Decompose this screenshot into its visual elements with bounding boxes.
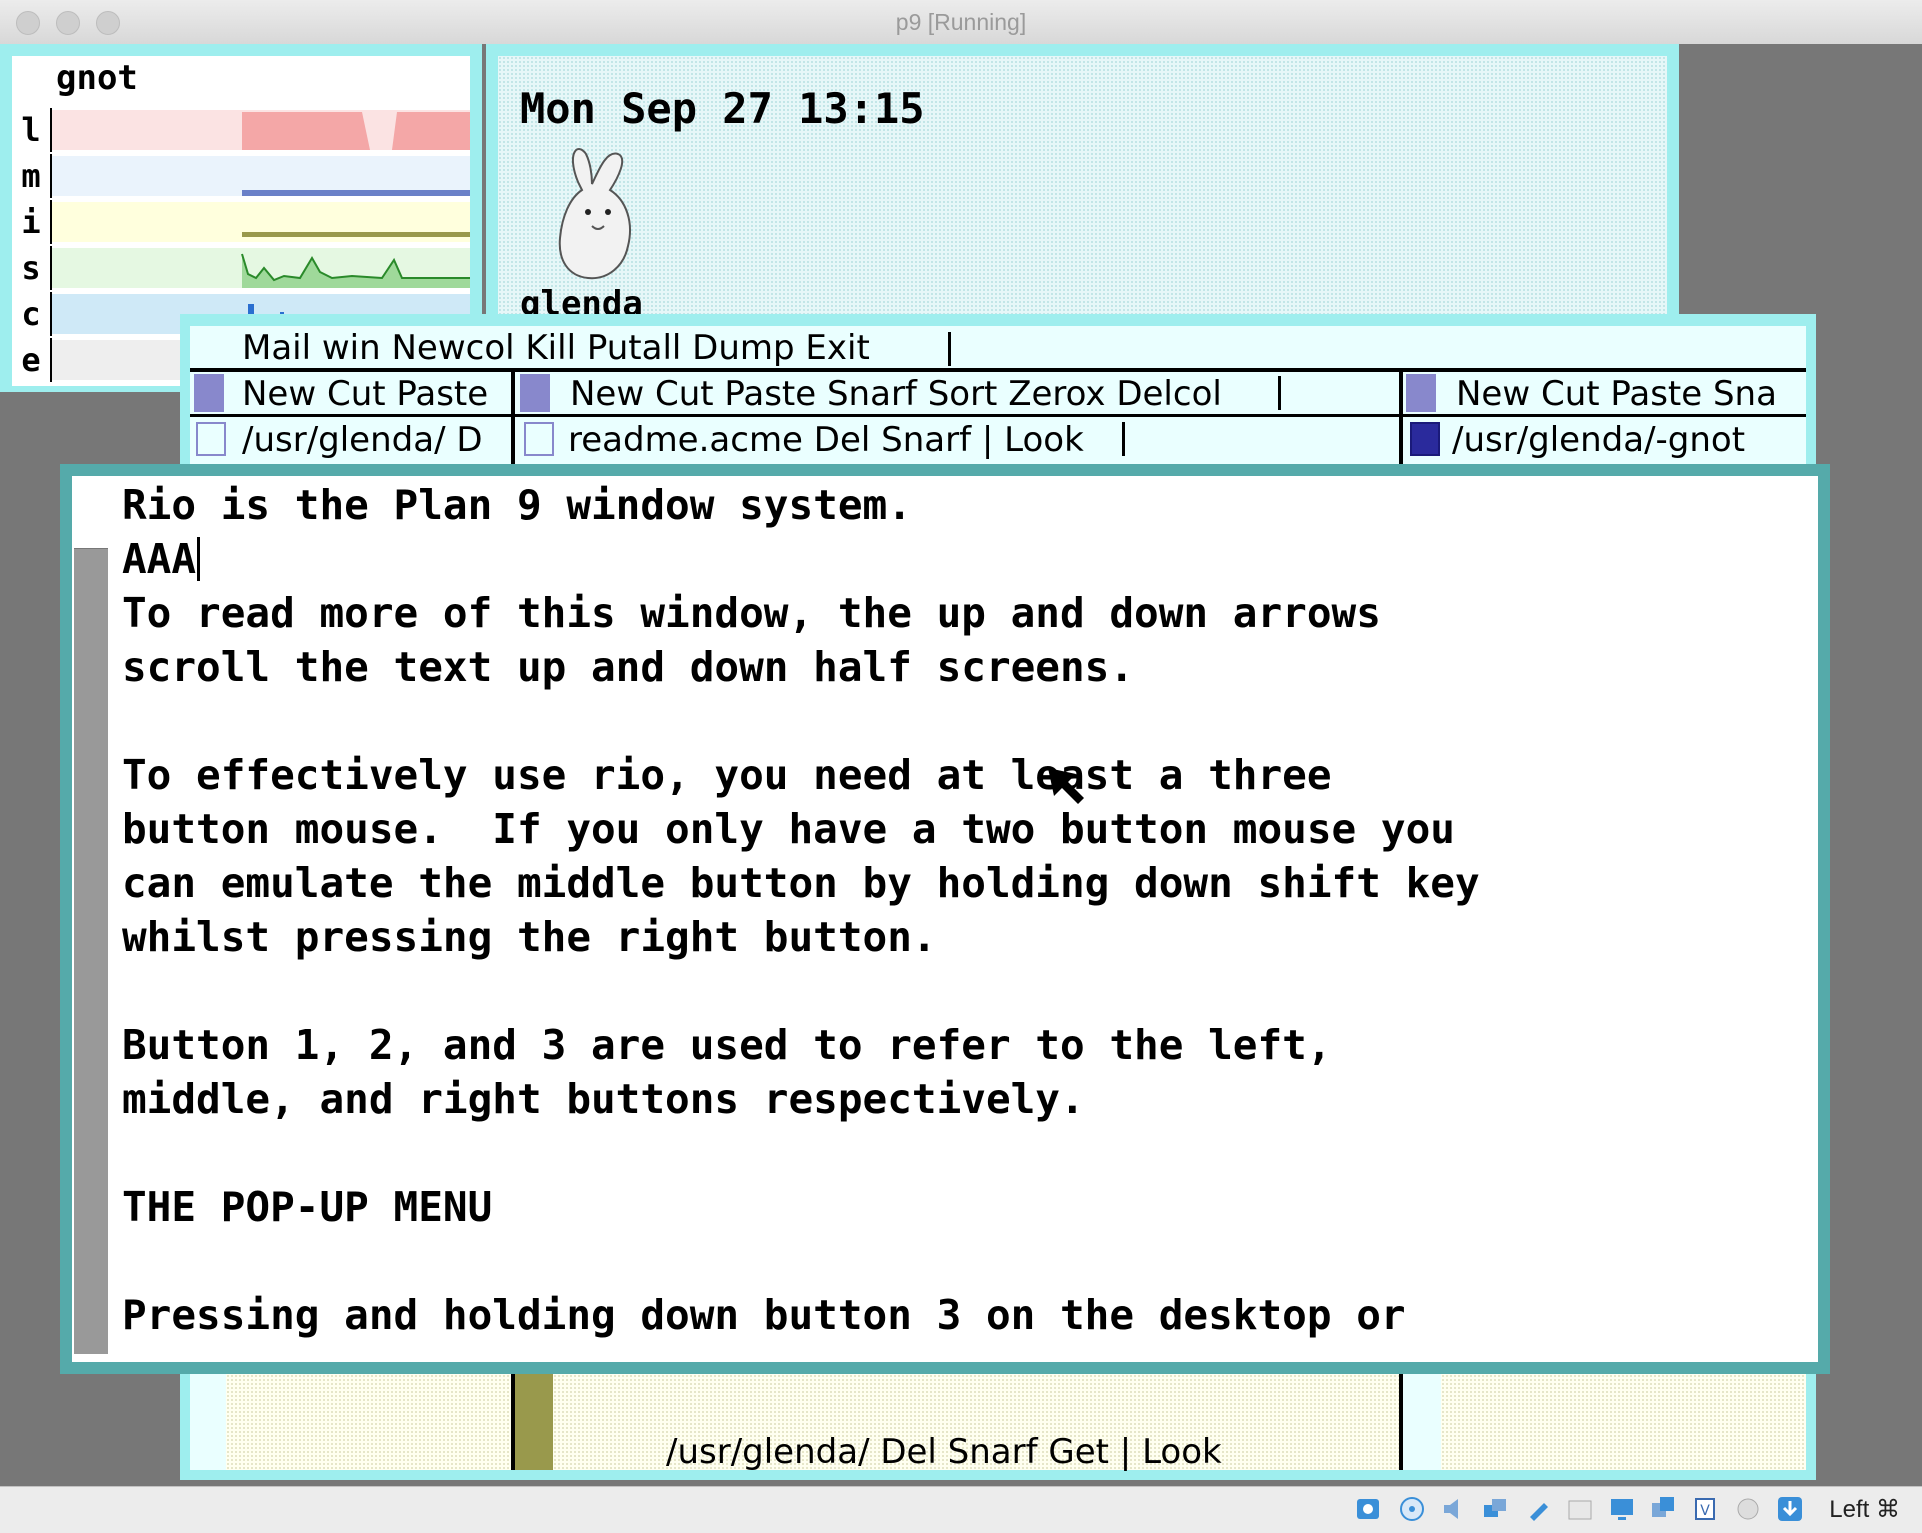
syscalls-graph: [52, 248, 470, 288]
tag-cursor: [948, 332, 951, 366]
scrollbar-thumb[interactable]: [74, 478, 108, 549]
faces-window[interactable]: Mon Sep 27 13:15 glenda: [486, 44, 1679, 334]
stats-row-load: l: [12, 108, 470, 152]
window-tag[interactable]: readme.acme Del Snarf | Look: [568, 418, 1084, 462]
network-icon[interactable]: [1482, 1495, 1510, 1523]
audio-icon[interactable]: [1440, 1495, 1468, 1523]
text-line: whilst pressing the right button.: [122, 913, 937, 961]
recording-icon[interactable]: V: [1692, 1495, 1720, 1523]
text-line: middle, and right buttons respectively.: [122, 1075, 1085, 1123]
column-tag[interactable]: New Cut Paste Snarf Sort Zerox Delcol: [570, 372, 1222, 416]
load-graph: [52, 110, 470, 150]
text-line: [122, 694, 1802, 748]
column-handle[interactable]: [1406, 374, 1436, 412]
column-handle[interactable]: [520, 374, 550, 412]
stats-label: i: [12, 200, 52, 244]
text-line: To effectively use rio, you need at leas…: [122, 751, 1332, 799]
text-cursor: [197, 537, 201, 581]
column-handle[interactable]: [194, 374, 224, 412]
download-icon[interactable]: [1776, 1495, 1804, 1523]
date-label: Mon Sep 27 13:15: [520, 84, 925, 133]
tag-cursor: [1278, 376, 1281, 410]
hard-disk-icon[interactable]: [1354, 1495, 1382, 1523]
stats-hostname: gnot: [56, 58, 138, 98]
interrupts-graph: [52, 202, 470, 242]
window-tag[interactable]: /usr/glenda/-gnot: [1452, 418, 1745, 462]
window-handle[interactable]: [1410, 422, 1440, 456]
window-text[interactable]: Rio is the Plan 9 window system. AAA To …: [122, 478, 1802, 1342]
acme-main-tag[interactable]: Mail win Newcol Kill Putall Dump Exit: [242, 326, 870, 370]
text-line: Rio is the Plan 9 window system.: [122, 481, 912, 529]
plan9-desktop[interactable]: gnot l m i s c e Mon Sep 27 13:15 glenda…: [0, 44, 1922, 1486]
vm-status-bar: V Left ⌘: [0, 1486, 1922, 1533]
mouse-integration-icon[interactable]: [1734, 1495, 1762, 1523]
text-line: scroll the text up and down half screens…: [122, 643, 1135, 691]
text-line-content: AAA: [122, 535, 197, 583]
window-handle[interactable]: [524, 422, 554, 456]
usb-icon[interactable]: [1524, 1495, 1552, 1523]
mouse-pointer-icon: [1048, 768, 1084, 804]
window-tag[interactable]: /usr/glenda/ D: [242, 418, 483, 462]
scrollbar[interactable]: [74, 478, 108, 1354]
text-line: Button 1, 2, and 3 are used to refer to …: [122, 1021, 1332, 1069]
stats-label: m: [12, 154, 52, 198]
window-title: p9 [Running]: [895, 9, 1027, 35]
text-line: can emulate the middle button by holding…: [122, 859, 1480, 907]
stats-row-interrupts: i: [12, 200, 470, 244]
text-line: [122, 964, 1802, 1018]
stats-label: s: [12, 246, 52, 290]
rio-text-window[interactable]: Rio is the Plan 9 window system. AAA To …: [60, 464, 1830, 1374]
memory-graph: [52, 156, 470, 196]
glenda-bunny-icon[interactable]: [548, 142, 644, 286]
text-line: button mouse. If you only have a two but…: [122, 805, 1455, 853]
column-tag[interactable]: New Cut Paste: [242, 372, 488, 416]
window-titlebar[interactable]: p9 [Running]: [0, 0, 1922, 45]
window-handle[interactable]: [196, 422, 226, 456]
text-line: [122, 1234, 1802, 1288]
svg-text:V: V: [1700, 1503, 1710, 1519]
snapshot-icon[interactable]: [1650, 1495, 1678, 1523]
stats-label: l: [12, 108, 52, 152]
column-tag[interactable]: New Cut Paste Sna: [1456, 372, 1796, 416]
shared-folder-icon[interactable]: [1566, 1495, 1594, 1523]
stats-row-memory: m: [12, 154, 470, 198]
stats-label: c: [12, 292, 52, 336]
display-icon[interactable]: [1608, 1495, 1636, 1523]
tag-cursor: [1122, 422, 1125, 456]
window-tag[interactable]: /usr/glenda/ Del Snarf Get | Look: [666, 1430, 1222, 1474]
text-line: Pressing and holding down button 3 on th…: [122, 1291, 1406, 1339]
host-key-label: Left ⌘: [1829, 1496, 1900, 1523]
text-line: [122, 1126, 1802, 1180]
text-line: AAA: [122, 532, 1802, 586]
stats-label: e: [12, 338, 52, 382]
optical-drive-icon[interactable]: [1398, 1495, 1426, 1523]
stats-row-syscalls: s: [12, 246, 470, 290]
text-line: THE POP-UP MENU: [122, 1183, 493, 1231]
text-line: To read more of this window, the up and …: [122, 589, 1381, 637]
